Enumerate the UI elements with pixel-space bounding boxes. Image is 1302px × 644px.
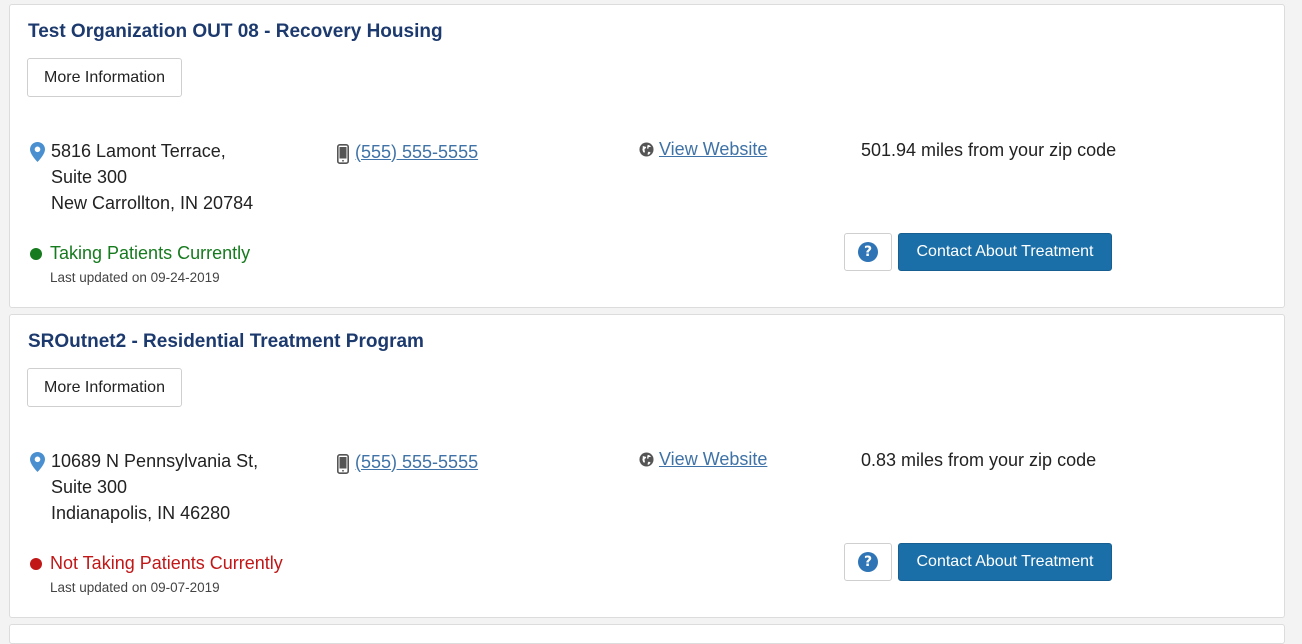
globe-icon [639, 142, 654, 157]
availability-status: Not Taking Patients Currently [30, 553, 283, 574]
address-block: 5816 Lamont Terrace, Suite 300 New Carro… [30, 138, 253, 216]
address-line-2: Suite 300 [51, 477, 128, 497]
address-line-2: Suite 300 [51, 167, 128, 187]
phone-block: (555) 555-5555 [337, 140, 478, 164]
distance-text: 501.94 miles from your zip code [861, 140, 1117, 160]
help-button[interactable]: ? [844, 233, 892, 271]
help-button[interactable]: ? [844, 543, 892, 581]
website-block: View Website [639, 449, 767, 470]
listing-card-partial [9, 624, 1285, 644]
availability-status: Taking Patients Currently [30, 243, 250, 264]
view-website-link[interactable]: View Website [659, 139, 767, 160]
globe-icon [639, 452, 654, 467]
phone-link[interactable]: (555) 555-5555 [355, 452, 478, 473]
contact-about-treatment-button[interactable]: Contact About Treatment [898, 543, 1112, 581]
address-block: 10689 N Pennsylvania St, Suite 300 India… [30, 448, 258, 526]
distance-text: 0.83 miles from your zip code [861, 450, 1097, 470]
map-pin-icon [30, 142, 45, 162]
listing-title: SROutnet2 - Residential Treatment Progra… [28, 331, 424, 352]
listing-card: Test Organization OUT 08 - Recovery Hous… [9, 4, 1285, 308]
status-text: Not Taking Patients Currently [50, 553, 283, 573]
mobile-phone-icon [337, 144, 349, 164]
address-line-3: New Carrollton, IN 20784 [51, 193, 254, 213]
question-circle-icon: ? [858, 242, 878, 262]
more-information-button[interactable]: More Information [27, 58, 182, 97]
status-dot-icon [30, 247, 42, 260]
address-line-1: 10689 N Pennsylvania St, [51, 451, 259, 471]
status-text: Taking Patients Currently [50, 243, 251, 263]
contact-about-treatment-button[interactable]: Contact About Treatment [898, 233, 1112, 271]
mobile-phone-icon [337, 454, 349, 474]
view-website-link[interactable]: View Website [659, 449, 767, 470]
status-dot-icon [30, 557, 42, 570]
listing-title: Test Organization OUT 08 - Recovery Hous… [28, 21, 443, 42]
address-line-3: Indianapolis, IN 46280 [51, 503, 231, 523]
question-circle-icon: ? [858, 552, 878, 572]
more-information-button[interactable]: More Information [27, 368, 182, 407]
map-pin-icon [30, 452, 45, 472]
phone-block: (555) 555-5555 [337, 450, 478, 474]
address-line-1: 5816 Lamont Terrace, [51, 141, 226, 161]
phone-link[interactable]: (555) 555-5555 [355, 142, 478, 163]
listing-card: SROutnet2 - Residential Treatment Progra… [9, 314, 1285, 618]
last-updated-text: Last updated on 09-24-2019 [50, 270, 220, 285]
website-block: View Website [639, 139, 767, 160]
last-updated-text: Last updated on 09-07-2019 [50, 580, 220, 595]
